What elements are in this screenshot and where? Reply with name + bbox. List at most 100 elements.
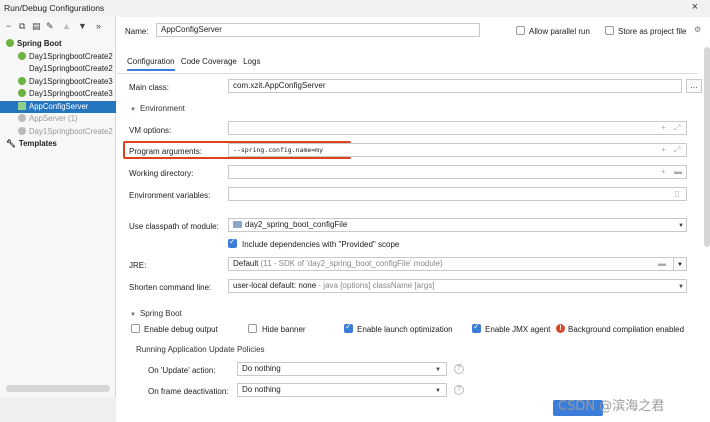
name-field[interactable]: AppConfigServer <box>156 23 480 37</box>
shorten-command-label: Shorten command line: <box>129 283 212 292</box>
move-up-icon[interactable]: ▲ <box>62 21 71 31</box>
environment-variables-field[interactable] <box>228 187 687 201</box>
spring-boot-icon <box>18 126 26 135</box>
vertical-scrollbar[interactable] <box>704 47 710 247</box>
gear-icon[interactable]: ⚙ <box>694 25 701 34</box>
jmx-agent-checkbox[interactable] <box>472 322 481 333</box>
tree-group-spring-boot[interactable]: Spring Boot <box>0 38 116 51</box>
move-down-icon[interactable]: ▼ <box>78 21 87 31</box>
collapse-icon: ▼ <box>130 107 136 113</box>
spring-boot-icon <box>6 39 14 47</box>
tab-code-coverage[interactable]: Code Coverage <box>181 57 237 69</box>
classpath-label: Use classpath of module: <box>129 222 219 231</box>
include-provided-label: Include dependencies with "Provided" sco… <box>242 240 400 249</box>
add-icon[interactable]: + <box>661 145 666 154</box>
collapse-icon: ▼ <box>130 312 136 318</box>
hide-banner-label: Hide banner <box>262 325 306 334</box>
warning-icon: ! <box>556 324 565 333</box>
expand-field-icon[interactable]: ⤢ <box>674 123 680 133</box>
expand-field-icon[interactable]: ⤢ <box>674 145 680 155</box>
module-folder-icon <box>233 221 242 228</box>
add-icon[interactable]: + <box>661 167 666 176</box>
configuration-tree-panel: − ⧉ ▤ ✎ ▲ ▼ » Spring Boot Day1Springboot… <box>0 17 116 422</box>
tab-divider <box>117 73 697 74</box>
tree-bottom-bar <box>0 397 116 422</box>
debug-output-checkbox[interactable] <box>131 324 140 333</box>
tree-item[interactable]: Day1SpringbootCreate3 <box>0 76 116 89</box>
background-compilation-label: Background compilation enabled <box>568 325 685 334</box>
remove-icon[interactable]: − <box>6 21 11 31</box>
spring-boot-icon <box>18 51 26 60</box>
tab-logs[interactable]: Logs <box>243 57 260 69</box>
tree-item[interactable]: Day1SpringbootCreate2 <box>0 126 116 139</box>
include-provided-checkbox[interactable] <box>228 237 237 248</box>
expand-icon[interactable]: » <box>96 21 101 31</box>
spring-boot-icon <box>18 101 26 110</box>
store-as-file-label: Store as project file <box>618 27 687 36</box>
main-class-field[interactable]: com.xzit.AppConfigServer <box>228 79 682 93</box>
browse-button[interactable]: … <box>686 79 702 93</box>
folder-icon[interactable]: ▬ <box>658 259 666 268</box>
environment-section[interactable]: ▼ Environment <box>130 104 185 113</box>
tree-item[interactable]: AppServer (1) <box>0 113 116 126</box>
copy-icon[interactable]: ⧉ <box>19 21 25 32</box>
tree-item[interactable]: Day1SpringbootCreate3 <box>0 88 116 101</box>
help-icon[interactable]: ? <box>454 364 464 374</box>
on-update-select[interactable]: Do nothing <box>237 362 447 376</box>
working-directory-field[interactable] <box>228 165 687 179</box>
spring-boot-icon <box>18 76 26 85</box>
main-class-label: Main class: <box>129 83 170 92</box>
chevron-down-icon: ▼ <box>435 388 441 394</box>
name-label: Name: <box>125 27 149 36</box>
classpath-select[interactable]: day2_spring_boot_configFile <box>228 218 687 232</box>
shorten-command-select[interactable]: user-local default: none - java [options… <box>228 279 687 293</box>
configuration-editor: Name: AppConfigServer Allow parallel run… <box>117 17 710 422</box>
program-arguments-label: Program arguments: <box>129 147 202 156</box>
jmx-agent-label: Enable JMX agent <box>485 325 551 334</box>
config-tabs: Configuration Code Coverage Logs <box>127 57 264 73</box>
wrench-icon: 🔧︎ <box>6 139 16 148</box>
tree-item-selected[interactable]: AppConfigServer <box>0 100 116 113</box>
configuration-tree: Spring Boot Day1SpringbootCreate2 Day1Sp… <box>0 38 116 151</box>
add-icon[interactable]: + <box>661 123 666 132</box>
launch-optimization-label: Enable launch optimization <box>357 325 453 334</box>
chevron-down-icon: ▼ <box>678 223 684 229</box>
chevron-down-icon: ▼ <box>677 262 683 268</box>
hide-banner-checkbox[interactable] <box>248 324 257 333</box>
vm-options-label: VM options: <box>129 126 172 135</box>
jre-label: JRE: <box>129 261 147 270</box>
allow-parallel-label: Allow parallel run <box>529 27 590 36</box>
tree-item[interactable]: Day1SpringbootCreate2 <box>0 63 116 76</box>
wrench-icon[interactable]: ✎ <box>46 21 54 32</box>
tree-group-templates[interactable]: 🔧︎ Templates <box>0 138 116 151</box>
document-icon[interactable]: ▯ <box>675 189 679 198</box>
on-update-label: On 'Update' action: <box>148 366 216 375</box>
vm-options-field[interactable] <box>228 121 687 135</box>
spring-boot-icon <box>18 89 26 97</box>
tab-configuration[interactable]: Configuration <box>127 57 175 71</box>
help-icon[interactable]: ? <box>454 385 464 395</box>
program-arguments-field[interactable]: --spring.config.name=my <box>228 143 687 157</box>
jre-dropdown-button[interactable]: ▼ <box>673 257 687 271</box>
close-icon[interactable]: × <box>692 1 698 13</box>
store-as-file-checkbox[interactable] <box>605 26 614 35</box>
tree-item[interactable]: Day1SpringbootCreate2 <box>0 51 116 64</box>
working-directory-label: Working directory: <box>129 169 194 178</box>
update-policies-header: Running Application Update Policies <box>136 345 265 354</box>
on-frame-label: On frame deactivation: <box>148 387 229 396</box>
save-icon[interactable]: ▤ <box>32 21 41 32</box>
chevron-down-icon: ▼ <box>435 367 441 373</box>
tree-toolbar: − ⧉ ▤ ✎ ▲ ▼ » <box>0 17 115 35</box>
environment-variables-label: Environment variables: <box>129 191 211 200</box>
spring-boot-section[interactable]: ▼ Spring Boot <box>130 309 182 318</box>
spring-boot-icon <box>18 114 26 122</box>
watermark: CSDN @滨海之君 <box>558 399 665 414</box>
debug-output-label: Enable debug output <box>144 325 218 334</box>
on-frame-select[interactable]: Do nothing <box>237 383 447 397</box>
jre-select[interactable]: Default (11 - SDK of 'day2_spring_boot_c… <box>228 257 674 271</box>
allow-parallel-checkbox[interactable] <box>516 26 525 35</box>
horizontal-scrollbar[interactable] <box>6 385 110 392</box>
launch-optimization-checkbox[interactable] <box>344 322 353 333</box>
folder-icon[interactable]: ▬ <box>674 167 682 176</box>
window-title: Run/Debug Configurations <box>4 3 105 13</box>
